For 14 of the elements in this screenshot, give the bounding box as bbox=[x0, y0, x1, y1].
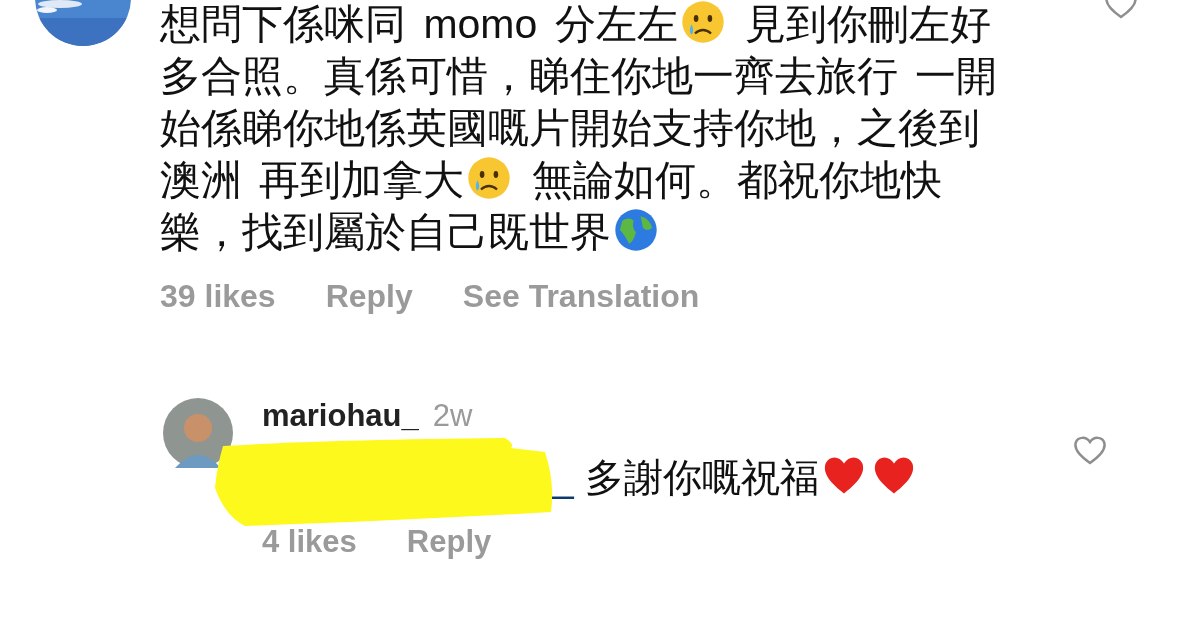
reply-link[interactable]: Reply bbox=[406, 524, 492, 560]
comment-text: 想問下係咪同 momo 分左左 見到你刪左好多合照。真係可惜，睇住你地一齊去旅行 一開始係睇你地係英國嘅片開始支持你地，之後到澳洲 再到加拿大 無論如何。都祝你地快樂，找到屬於自己既世界 bbox=[160, 0, 999, 257]
timestamp: 2w bbox=[432, 398, 473, 434]
crying-face-icon bbox=[679, 0, 726, 45]
likes-count[interactable]: 4 likes bbox=[262, 524, 357, 560]
globe-icon bbox=[613, 207, 659, 253]
reply-link[interactable]: Reply bbox=[325, 278, 413, 315]
translation-link[interactable]: See Translation bbox=[462, 278, 700, 315]
likes-count[interactable]: 39 likes bbox=[160, 278, 276, 315]
like-heart-icon[interactable] bbox=[1072, 434, 1108, 466]
crying-face-icon bbox=[466, 155, 513, 201]
avatar bbox=[163, 398, 233, 468]
mention-link[interactable]: _ bbox=[552, 456, 574, 499]
username[interactable]: mariohau_ bbox=[262, 398, 419, 434]
